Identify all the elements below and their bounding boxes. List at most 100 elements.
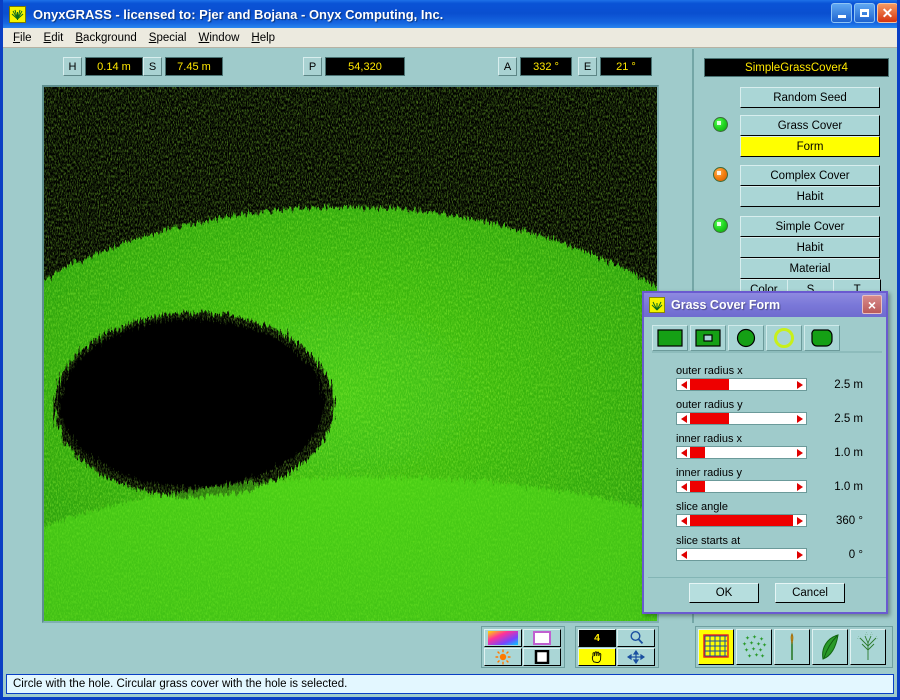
bottom-toolbar: CR CU LE i RA SK1 SK2 SK3 SP FL AW ✳✳ (3, 623, 897, 672)
menu-window[interactable]: Window (197, 31, 250, 45)
menu-help[interactable]: Help (249, 31, 285, 45)
slider-fill-area[interactable] (690, 447, 793, 458)
navigation-tools-panel: 4 (575, 626, 659, 668)
frame-button[interactable] (523, 629, 561, 647)
menu-background[interactable]: Background (73, 31, 146, 45)
slider-label: inner radius x (676, 433, 881, 445)
render-viewport[interactable] (42, 85, 659, 623)
square-outline-button[interactable] (523, 648, 561, 666)
grass-cover-form-button[interactable]: Form (740, 136, 880, 157)
shape-tab-circle[interactable] (728, 325, 764, 351)
slider-track[interactable] (676, 378, 807, 391)
slider-fill-area[interactable] (690, 481, 793, 492)
indicator-simple-cover[interactable] (713, 218, 728, 233)
shape-tab-rectangle-with-hole[interactable] (690, 325, 726, 351)
field-e: E 21 ° (578, 57, 652, 76)
slider-increment-arrow[interactable] (793, 549, 806, 560)
slider-value: 0 ° (815, 549, 863, 561)
left-arrow-icon (681, 449, 687, 457)
field-e-label: E (578, 57, 597, 76)
right-arrow-icon (797, 381, 803, 389)
slider-fill-area[interactable] (690, 549, 793, 560)
svg-text:✦: ✦ (760, 653, 765, 660)
indicator-complex-cover[interactable] (713, 167, 728, 182)
field-a-value[interactable]: 332 ° (520, 57, 572, 76)
grass-tuft-icon (9, 6, 26, 23)
left-arrow-icon (681, 551, 687, 559)
pan-hand-button[interactable] (578, 648, 616, 666)
complex-cover-button[interactable]: Complex Cover (740, 165, 880, 186)
grass-cover-form-dialog: Grass Cover Form × (642, 291, 888, 614)
maximize-button[interactable] (854, 3, 875, 23)
dialog-close-button[interactable]: × (862, 295, 882, 314)
slider-increment-arrow[interactable] (793, 413, 806, 424)
slider-track[interactable] (676, 514, 807, 527)
slider-track[interactable] (676, 446, 807, 459)
indicator-grass-cover[interactable] (713, 117, 728, 132)
slider-value: 1.0 m (815, 481, 863, 493)
left-arrow-icon (681, 381, 687, 389)
grid-mesh-button[interactable] (698, 629, 734, 665)
field-h: H 0.14 m (63, 57, 143, 76)
field-h-value[interactable]: 0.14 m (85, 57, 143, 76)
svg-text:✦: ✦ (744, 647, 749, 654)
magnifier-icon (629, 630, 644, 645)
magnifier-button[interactable] (617, 629, 655, 647)
complex-cover-habit-button[interactable]: Habit (740, 186, 880, 207)
material-button[interactable]: Material (740, 258, 880, 279)
slider-decrement-arrow[interactable] (677, 549, 690, 560)
field-s-value[interactable]: 7.45 m (165, 57, 223, 76)
random-seed-button[interactable]: Random Seed (740, 87, 880, 108)
svg-text:∴: ∴ (875, 635, 878, 640)
window-title: OnyxGRASS - licensed to: Pjer and Bojana… (33, 7, 443, 22)
slider-track[interactable] (676, 548, 807, 561)
blade-button[interactable] (812, 629, 848, 665)
square-outline-icon (534, 650, 550, 664)
color-gradient-button[interactable] (484, 629, 522, 647)
shape-tab-circle-with-hole[interactable] (766, 325, 802, 351)
minimize-icon (838, 15, 846, 18)
close-button[interactable]: ✕ (877, 3, 898, 23)
circle-with-hole-icon (773, 328, 795, 348)
viewport-count-button[interactable]: 4 (578, 629, 616, 647)
slider-decrement-arrow[interactable] (677, 447, 690, 458)
status-bar: Circle with the hole. Circular grass cov… (3, 672, 897, 697)
simple-cover-habit-button[interactable]: Habit (740, 237, 880, 258)
field-p: P 54,320 (303, 57, 405, 76)
shape-tab-rectangle[interactable] (652, 325, 688, 351)
view-tools-panel (481, 626, 565, 668)
leaf-cluster-button[interactable]: ✦✦✦ ✦✦✦✦ ✦✦✦ ✦✦✦ (736, 629, 772, 665)
slider-track[interactable] (676, 480, 807, 493)
slider-increment-arrow[interactable] (793, 447, 806, 458)
slider-decrement-arrow[interactable] (677, 379, 690, 390)
menu-edit[interactable]: Edit (42, 31, 74, 45)
slider-decrement-arrow[interactable] (677, 515, 690, 526)
stalk-icon (777, 632, 807, 662)
plant-skeleton-button[interactable]: ∴∴∴∴ (850, 629, 886, 665)
right-arrow-icon (797, 449, 803, 457)
field-e-value[interactable]: 21 ° (600, 57, 652, 76)
slider-fill-area[interactable] (690, 515, 793, 526)
slider-fill-area[interactable] (690, 413, 793, 424)
menu-special[interactable]: Special (147, 31, 197, 45)
frame-icon (533, 631, 551, 645)
slider-increment-arrow[interactable] (793, 379, 806, 390)
slider-increment-arrow[interactable] (793, 481, 806, 492)
slider-track[interactable] (676, 412, 807, 425)
dialog-ok-button[interactable]: OK (689, 583, 759, 603)
menu-file[interactable]: File (11, 31, 42, 45)
field-p-value[interactable]: 54,320 (325, 57, 405, 76)
resize-arrows-button[interactable] (617, 648, 655, 666)
slider-decrement-arrow[interactable] (677, 413, 690, 424)
simple-cover-button[interactable]: Simple Cover (740, 216, 880, 237)
slider-fill-area[interactable] (690, 379, 793, 390)
grass-cover-button[interactable]: Grass Cover (740, 115, 880, 136)
shape-tab-rounded-shape[interactable] (804, 325, 840, 351)
slider-decrement-arrow[interactable] (677, 481, 690, 492)
dialog-cancel-button[interactable]: Cancel (775, 583, 845, 603)
slider-increment-arrow[interactable] (793, 515, 806, 526)
stalk-button[interactable] (774, 629, 810, 665)
left-arrow-icon (681, 415, 687, 423)
sun-button[interactable] (484, 648, 522, 666)
minimize-button[interactable] (831, 3, 852, 23)
